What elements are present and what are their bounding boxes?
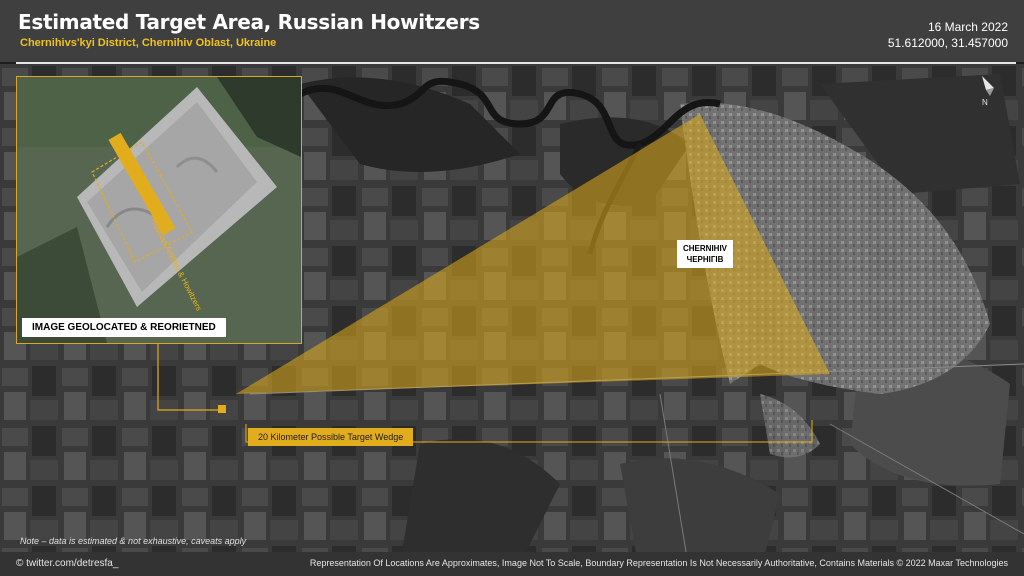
twitter-handle-link[interactable]: © twitter.com/detresfa_ <box>16 558 118 569</box>
coordinates-label: 51.612000, 31.457000 <box>887 36 1008 50</box>
target-wedge-label: 20 Kilometer Possible Target Wedge <box>248 428 414 446</box>
city-label-latin: CHERNIHIV <box>683 244 728 253</box>
city-label: CHERNIHIV ЧЕРНІГІВ <box>677 240 734 268</box>
inset-canvas <box>17 77 301 343</box>
page-title: Estimated Target Area, Russian Howitzers <box>18 10 480 34</box>
geolocated-inset-image[interactable]: Russian Artillery & Howitzers <box>16 76 302 344</box>
city-label-cyrillic: ЧЕРНІГІВ <box>686 255 724 264</box>
north-symbol: N <box>982 98 988 106</box>
north-arrow-icon: N <box>978 74 998 111</box>
footer-bar: © twitter.com/detresfa_ Representation O… <box>0 552 1024 576</box>
date-label: 16 March 2022 <box>927 20 1008 34</box>
caveat-note: Note – data is estimated & not exhaustiv… <box>20 536 247 546</box>
header-bar: Estimated Target Area, Russian Howitzers… <box>0 0 1024 62</box>
location-subtitle: Chernihivs'kyi District, Chernihiv Oblas… <box>20 37 277 49</box>
inset-caption: IMAGE GEOLOCATED & REORIETNED <box>22 318 226 337</box>
attribution-text: Representation Of Locations Are Approxim… <box>309 558 1008 568</box>
